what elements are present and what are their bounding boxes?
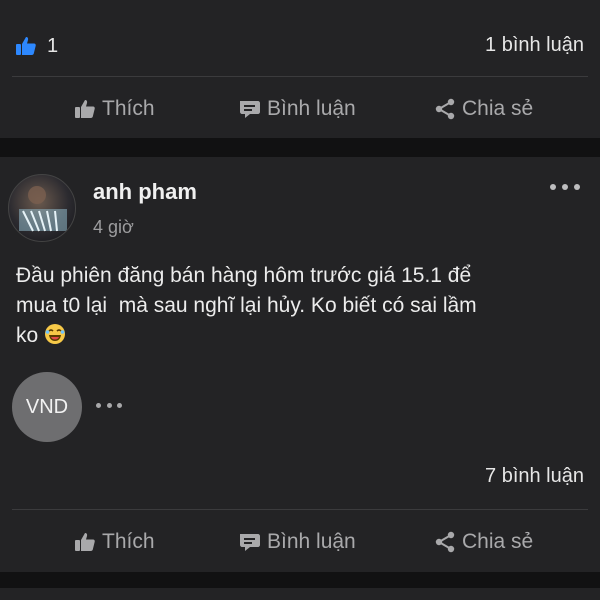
tag-more-button[interactable] [96, 400, 122, 410]
share-icon [432, 529, 458, 555]
share-button[interactable]: Chia sẻ [432, 527, 533, 557]
share-label: Chia sẻ [462, 530, 534, 553]
reaction-count: 1 [47, 34, 59, 57]
thumbs-up-icon [72, 96, 98, 122]
comment-count-link[interactable]: 7 bình luận [485, 465, 584, 488]
laughing-emoji-icon [44, 323, 66, 345]
comment-bubble-icon [237, 96, 263, 122]
post-body: Đầu phiên đăng bán hàng hôm trước giá 15… [16, 264, 477, 347]
author-name[interactable]: anh pham [93, 179, 197, 205]
comment-button[interactable]: Bình luận [237, 527, 356, 557]
previous-post-footer: 1 1 bình luận Thích Bình luận Chia sẻ [0, 0, 600, 138]
action-bar: Thích Bình luận Chia sẻ [0, 527, 600, 557]
like-badge-icon [14, 34, 38, 58]
comment-button[interactable]: Bình luận [237, 94, 356, 124]
more-dots-icon [96, 402, 101, 408]
divider [12, 76, 588, 77]
share-icon [432, 96, 458, 122]
post-time: 4 giờ [93, 217, 134, 237]
share-label: Chia sẻ [462, 97, 534, 120]
divider [12, 509, 588, 510]
reaction-summary[interactable]: 1 [14, 34, 58, 58]
comment-bubble-icon [237, 529, 263, 555]
like-label: Thích [102, 97, 155, 120]
thumbs-up-icon [72, 529, 98, 555]
action-bar: Thích Bình luận Chia sẻ [0, 94, 600, 124]
more-options-button[interactable] [550, 179, 580, 195]
like-label: Thích [102, 530, 155, 553]
post-card: anh pham 4 giờ Đầu phiên đăng bán hàng h… [0, 157, 600, 572]
comment-label: Bình luận [267, 530, 356, 553]
stock-tag-chip[interactable]: VND [12, 372, 82, 442]
post-text: Đầu phiên đăng bán hàng hôm trước giá 15… [16, 261, 576, 351]
next-post-edge [0, 588, 600, 600]
share-button[interactable]: Chia sẻ [432, 94, 533, 124]
more-dots-icon [550, 184, 556, 190]
comment-label: Bình luận [267, 97, 356, 120]
avatar[interactable] [8, 174, 76, 242]
like-button[interactable]: Thích [72, 94, 155, 124]
like-button[interactable]: Thích [72, 527, 155, 557]
comment-count-link[interactable]: 1 bình luận [485, 34, 584, 57]
